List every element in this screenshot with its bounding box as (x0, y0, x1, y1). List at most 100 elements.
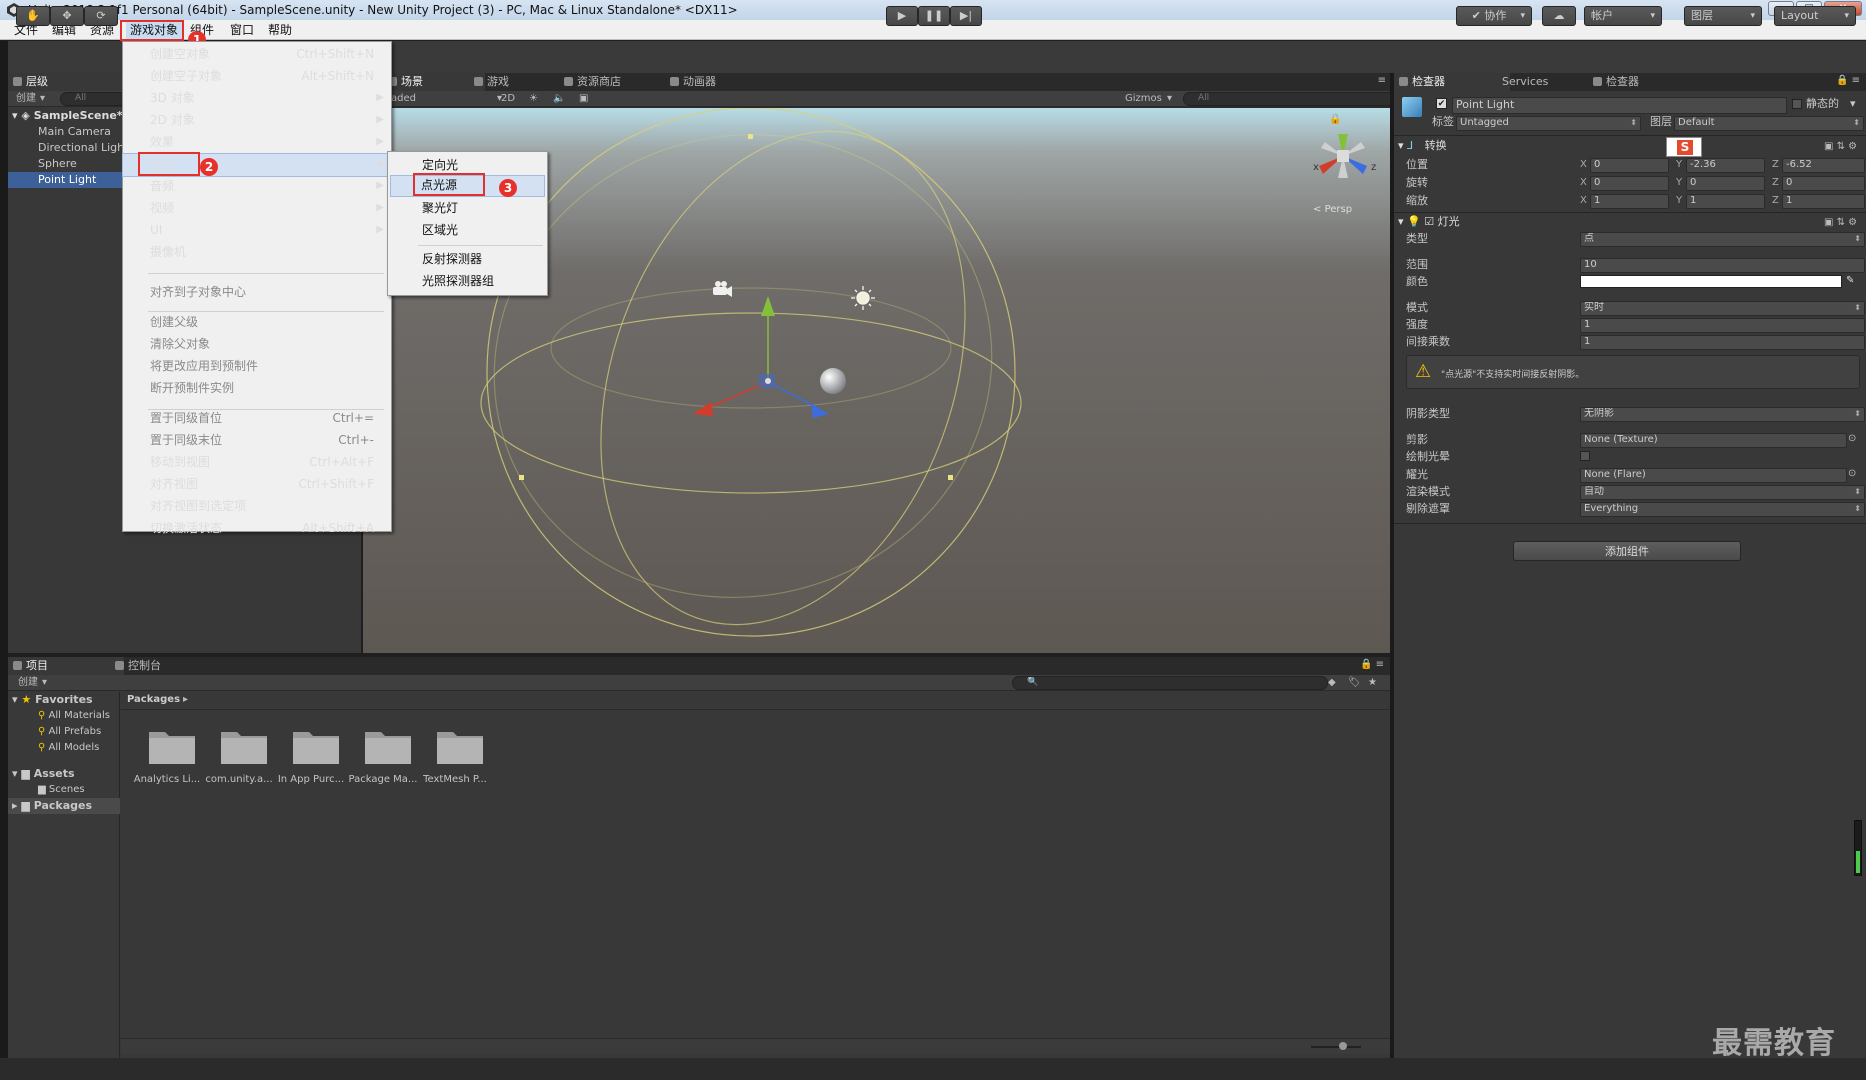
rotate-tool-button[interactable]: ⟳ (84, 6, 118, 26)
shading-mode-dropdown[interactable]: aded (391, 91, 416, 107)
culling-mask-dropdown[interactable]: Everything (1580, 502, 1865, 517)
hand-tool-button[interactable]: ✋ (16, 6, 50, 26)
favorite-all-prefabs[interactable]: ⚲ All Prefabs (38, 724, 101, 740)
breadcrumb-packages[interactable]: Packages (127, 692, 180, 708)
layers-dropdown[interactable]: 图层 (1684, 6, 1762, 26)
tab-console[interactable]: 控制台 (110, 657, 167, 675)
rotation-y-input[interactable]: 0 (1686, 176, 1765, 191)
component-help-icon[interactable]: ▣ ⇅ ⚙ (1824, 215, 1857, 231)
project-folder-item[interactable]: Analytics Li... (134, 726, 200, 802)
tab-services[interactable]: Services (1490, 73, 1554, 91)
scale-x-input[interactable]: 1 (1590, 194, 1669, 209)
project-folder-item[interactable]: In App Purc... (278, 726, 344, 802)
submenu-item-spot-light[interactable]: 聚光灯 (388, 197, 547, 219)
cloud-button[interactable]: ☁ (1542, 6, 1576, 26)
pause-button[interactable]: ❚❚ (918, 6, 950, 26)
filter-label-icon[interactable]: 🏷 (1348, 675, 1361, 691)
collab-dropdown[interactable]: ✔ 协作 (1456, 6, 1532, 26)
position-y-input[interactable]: -2.36 (1686, 158, 1765, 173)
favorites-node[interactable]: ▾ ★ Favorites (12, 692, 93, 708)
light-enabled-checkbox[interactable]: ☑ (1424, 215, 1434, 228)
menu-item-20[interactable]: 对齐视图到选定项 (122, 495, 390, 517)
scale-z-input[interactable]: 1 (1782, 194, 1865, 209)
transform-header[interactable]: ▾ ⅃ 转换 (1398, 137, 1866, 155)
move-tool-button[interactable]: ✥ (50, 6, 84, 26)
rotation-x-input[interactable]: 0 (1590, 176, 1669, 191)
scene-search-input[interactable]: All (1183, 92, 1399, 106)
menu-item-21[interactable]: 切换激活状态 Alt+Shift+A (122, 517, 390, 539)
submenu-item-area-light[interactable]: 区域光 (388, 219, 547, 241)
project-folder-item[interactable]: Package Ma... (349, 726, 417, 802)
menu-item-19[interactable]: 对齐视图 Ctrl+Shift+F (122, 473, 390, 495)
effects-toggle-icon[interactable]: ▣ (579, 91, 588, 107)
mode-dropdown[interactable]: 实时 (1580, 301, 1865, 316)
menu-item-3[interactable]: 3D 对象 ▶ (122, 87, 390, 109)
favorite-all-materials[interactable]: ⚲ All Materials (38, 708, 110, 724)
chevron-down-icon[interactable]: ▾ (1850, 96, 1856, 111)
render-mode-dropdown[interactable]: 自动 (1580, 485, 1865, 500)
tab-game[interactable]: 游戏 (469, 73, 515, 91)
add-component-button[interactable]: 添加组件 (1513, 541, 1741, 561)
intensity-input[interactable]: 1 (1580, 318, 1865, 333)
menu-item-18[interactable]: 移动到视图 Ctrl+Alt+F (122, 451, 390, 473)
layout-dropdown[interactable]: Layout (1774, 6, 1856, 26)
position-z-input[interactable]: -6.52 (1782, 158, 1865, 173)
menu-item-2[interactable]: 创建空子对象 Alt+Shift+N (122, 65, 390, 87)
eyedropper-icon[interactable]: ✎ (1846, 273, 1854, 289)
packages-node[interactable]: ▸ ▆ Packages (8, 798, 120, 814)
range-input[interactable]: 10 (1580, 258, 1865, 273)
menu-item-7[interactable]: 音频 ▶ (122, 175, 390, 197)
panel-menu-icon[interactable]: 🔒 ≡ (1360, 657, 1384, 673)
component-help-icon[interactable]: ▣ ⇅ ⚙ (1824, 139, 1857, 155)
object-name-field[interactable]: Point Light (1452, 97, 1787, 114)
account-dropdown[interactable]: 帐户 (1584, 6, 1662, 26)
filter-type-icon[interactable]: ◆ (1328, 675, 1336, 691)
projection-toggle[interactable]: < Persp (1313, 202, 1352, 218)
menu-item-5[interactable]: 效果 ▶ (122, 131, 390, 153)
gizmos-dropdown[interactable]: Gizmos (1125, 91, 1162, 107)
menu-item-8[interactable]: 视频 ▶ (122, 197, 390, 219)
active-checkbox[interactable]: ✔ (1436, 98, 1447, 109)
indirect-multiplier-input[interactable]: 1 (1580, 335, 1865, 350)
assets-node[interactable]: ▾ ▆ Assets (12, 766, 75, 782)
light-type-dropdown[interactable]: 点 (1580, 232, 1865, 247)
tag-dropdown[interactable]: Untagged (1456, 116, 1641, 131)
panel-menu-icon[interactable]: ≡ (1378, 73, 1386, 89)
hierarchy-item-directional-light[interactable]: Directional Light (38, 140, 128, 156)
layer-dropdown[interactable]: Default (1674, 116, 1864, 131)
menu-window[interactable]: 窗口 (226, 20, 258, 40)
object-picker-icon[interactable]: ⊙ (1848, 431, 1856, 447)
favorite-star-icon[interactable]: ★ (1368, 675, 1377, 691)
lighting-toggle-icon[interactable]: ☀ (529, 91, 538, 107)
tab-asset-store[interactable]: 资源商店 (559, 73, 627, 91)
audio-toggle-icon[interactable]: 🔈 (553, 91, 565, 107)
menu-item-1[interactable]: 创建空对象 Ctrl+Shift+N (122, 43, 390, 65)
menu-item-9[interactable]: UI ▶ (122, 219, 390, 241)
menu-item-4[interactable]: 2D 对象 ▶ (122, 109, 390, 131)
submenu-item-light-probe-group[interactable]: 光照探测器组 (388, 270, 547, 292)
icon-size-slider[interactable] (1311, 1042, 1361, 1050)
favorite-all-models[interactable]: ⚲ All Models (38, 740, 99, 756)
project-folder-item[interactable]: com.unity.a... (205, 726, 273, 802)
flare-field[interactable]: None (Flare) (1580, 468, 1847, 483)
project-search-input[interactable]: 🔍 (1012, 676, 1328, 690)
rotation-z-input[interactable]: 0 (1782, 176, 1865, 191)
assets-scenes-folder[interactable]: ▆ Scenes (38, 782, 85, 798)
hierarchy-item-sphere[interactable]: Sphere (38, 156, 77, 172)
tab-inspector-2[interactable]: 检查器 (1588, 73, 1645, 91)
panel-menu-icon[interactable]: 🔒 ≡ (1836, 73, 1860, 89)
hierarchy-create-dropdown[interactable]: 创建 (16, 91, 36, 107)
tab-project[interactable]: 项目 (8, 657, 124, 675)
menu-item-10[interactable]: 摄像机 (122, 241, 390, 263)
light-component-header[interactable]: ▾ 💡 ☑ 灯光 (1398, 213, 1866, 231)
scale-y-input[interactable]: 1 (1686, 194, 1765, 209)
color-swatch[interactable] (1580, 275, 1842, 288)
menu-help[interactable]: 帮助 (264, 20, 296, 40)
object-picker-icon[interactable]: ⊙ (1848, 466, 1856, 482)
submenu-item-reflection-probe[interactable]: 反射探测器 (388, 248, 547, 270)
step-button[interactable]: ▶| (950, 6, 982, 26)
project-create-dropdown[interactable]: 创建 (18, 675, 38, 691)
tab-animator[interactable]: 动画器 (665, 73, 722, 91)
scene-root-item[interactable]: ▾ ◈ SampleScene* (12, 108, 123, 124)
cookie-field[interactable]: None (Texture) (1580, 433, 1847, 448)
